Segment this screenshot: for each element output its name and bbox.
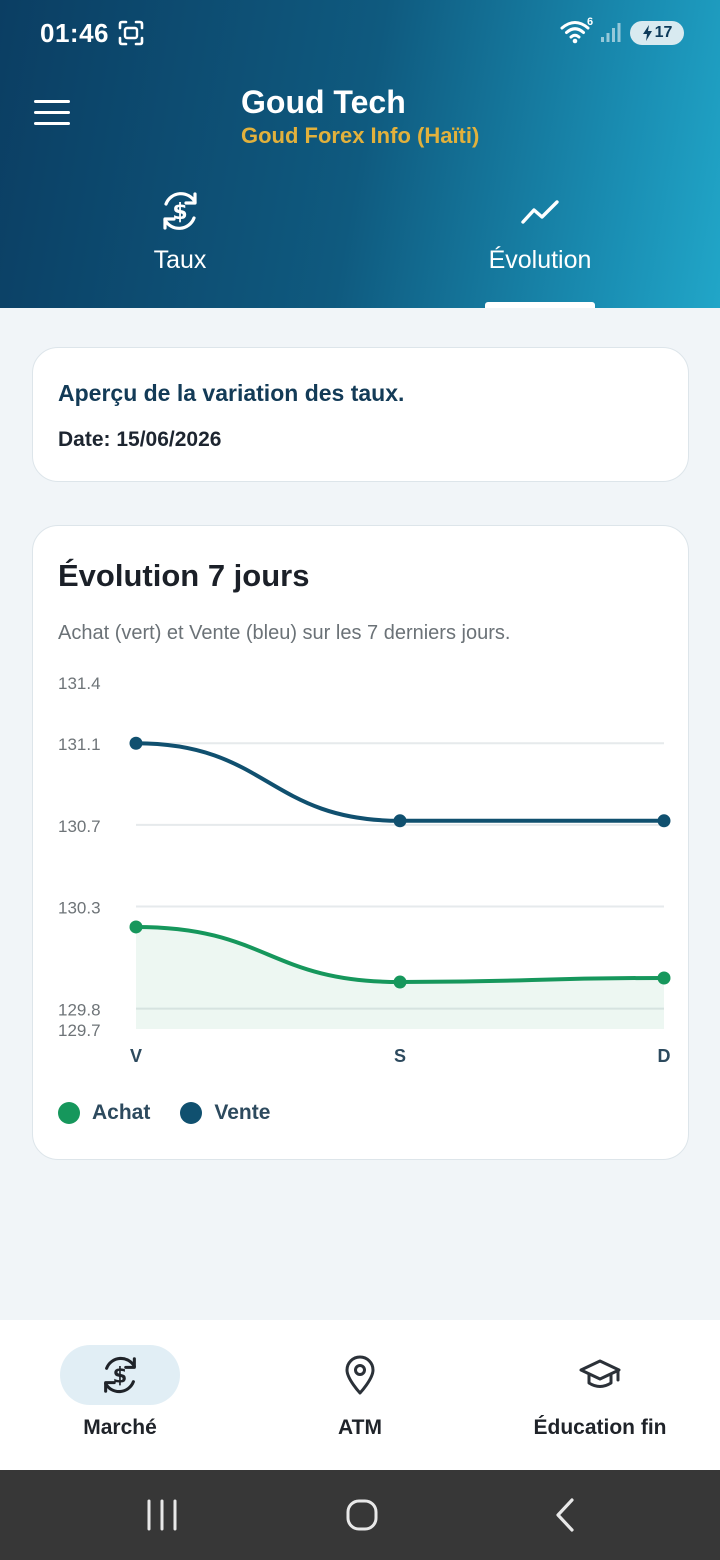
y-tick-label: 131.1 [58,735,101,754]
nav-marche-label: Marché [83,1416,157,1439]
home-icon[interactable] [337,1492,387,1538]
data-point-achat [129,920,143,934]
y-tick-label: 130.7 [58,817,101,836]
nav-atm[interactable]: ATM [240,1345,480,1455]
status-time: 01:46 [40,18,109,48]
app-header: 01:46 6 17 Goud Tech Goud Forex Info (Ha… [0,0,720,308]
info-card: Aperçu de la variation des taux. Date: 1… [32,347,689,482]
system-nav-bar [0,1470,720,1560]
menu-icon[interactable] [34,100,72,130]
line-chart: 131.4 131.1 130.7 130.3 129.8129.7 V S D [58,674,671,1066]
data-point-vente [393,814,407,828]
currency-exchange-icon: $ [163,192,197,230]
nav-marche[interactable]: $ Marché [0,1345,240,1455]
app-subtitle: Goud Forex Info (Haïti) [241,123,480,148]
legend-label: Vente [214,1101,271,1124]
legend-dot [180,1102,203,1124]
info-date: Date: 15/06/2026 [58,428,222,451]
data-point-vente [129,736,143,750]
battery-level: 17 [654,24,673,41]
svg-text:$: $ [113,1363,128,1388]
tab-evolution-label: Évolution [488,246,592,274]
legend-item-achat: Achat [58,1101,150,1125]
legend-dot [58,1102,80,1124]
info-title: Aperçu de la variation des taux. [58,380,405,406]
nav-atm-label: ATM [338,1416,382,1439]
svg-text:$: $ [172,200,187,225]
graduation-cap-icon [579,1359,621,1388]
wifi-icon [560,21,590,44]
chart-legend: Achat Vente [58,1101,300,1125]
x-tick-label: V [130,1046,142,1066]
y-tick-label: 129.7 [58,1021,101,1040]
data-point-achat [393,975,407,989]
data-point-vente [657,814,671,828]
nav-education-label: Éducation fin [533,1416,667,1439]
nav-marche-pill: $ [60,1345,180,1405]
nav-education[interactable]: Éducation fin [480,1345,720,1455]
tab-taux[interactable]: $ Taux [70,188,290,308]
currency-exchange-icon: $ [104,1356,136,1394]
app-title: Goud Tech [241,84,406,120]
y-tick-label: 129.8 [58,1001,101,1020]
map-pin-icon [345,1355,375,1395]
legend-item-vente: Vente [180,1101,270,1125]
x-tick-label: D [658,1046,671,1066]
chart-card: Évolution 7 jours Achat (vert) et Vente … [32,525,689,1160]
trending-icon [521,200,559,224]
active-tab-indicator [485,302,595,308]
recent-apps-icon[interactable] [137,1492,187,1538]
data-point-achat [657,971,671,985]
status-bar: 01:46 6 17 [0,0,720,66]
signal-icon [601,23,621,42]
nav-atm-pill [300,1345,420,1405]
battery-indicator: 17 [630,21,684,45]
x-tick-label: S [394,1046,406,1066]
tab-evolution[interactable]: Évolution [430,188,650,308]
y-tick-label: 130.3 [58,899,101,918]
back-icon[interactable] [540,1492,590,1538]
bottom-nav: $ Marché ATM Éducation fin [0,1320,720,1470]
legend-label: Achat [92,1101,151,1124]
screen-record-icon [118,20,144,46]
nav-education-pill [540,1345,660,1405]
y-tick-label: 131.4 [58,674,101,693]
charging-icon [642,25,652,41]
tab-taux-label: Taux [153,246,207,274]
wifi-label: 6 [587,16,594,28]
series-line-vente [134,741,666,823]
